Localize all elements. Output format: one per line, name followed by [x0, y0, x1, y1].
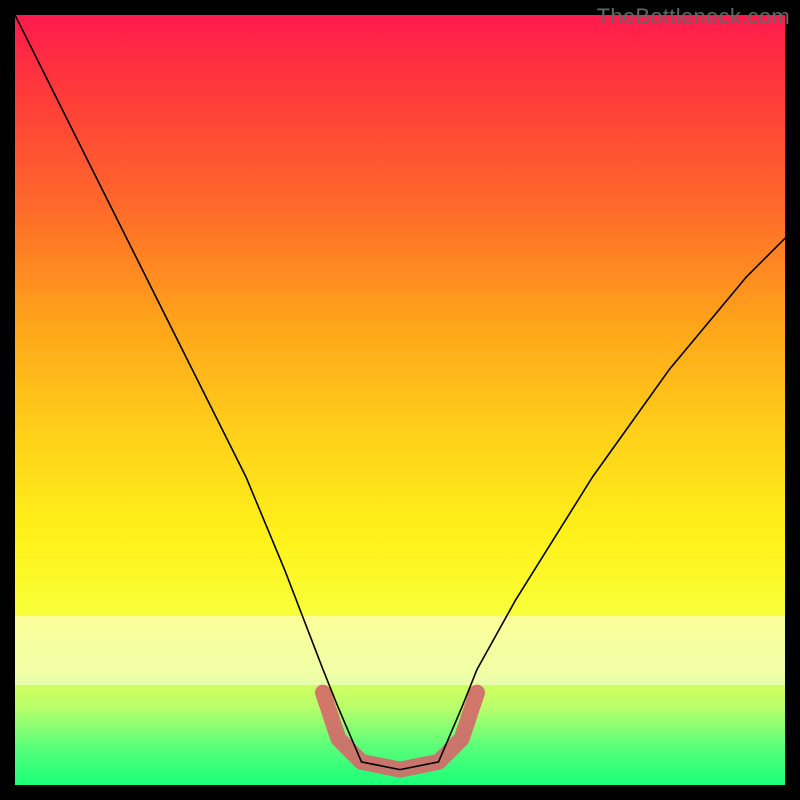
watermark-text: TheBottleneck.com [597, 4, 790, 30]
optimal-trough-highlight [323, 693, 477, 770]
chart-frame: TheBottleneck.com [0, 0, 800, 800]
bottleneck-curve [15, 15, 785, 770]
curve-layer [15, 15, 785, 785]
plot-area [15, 15, 785, 785]
